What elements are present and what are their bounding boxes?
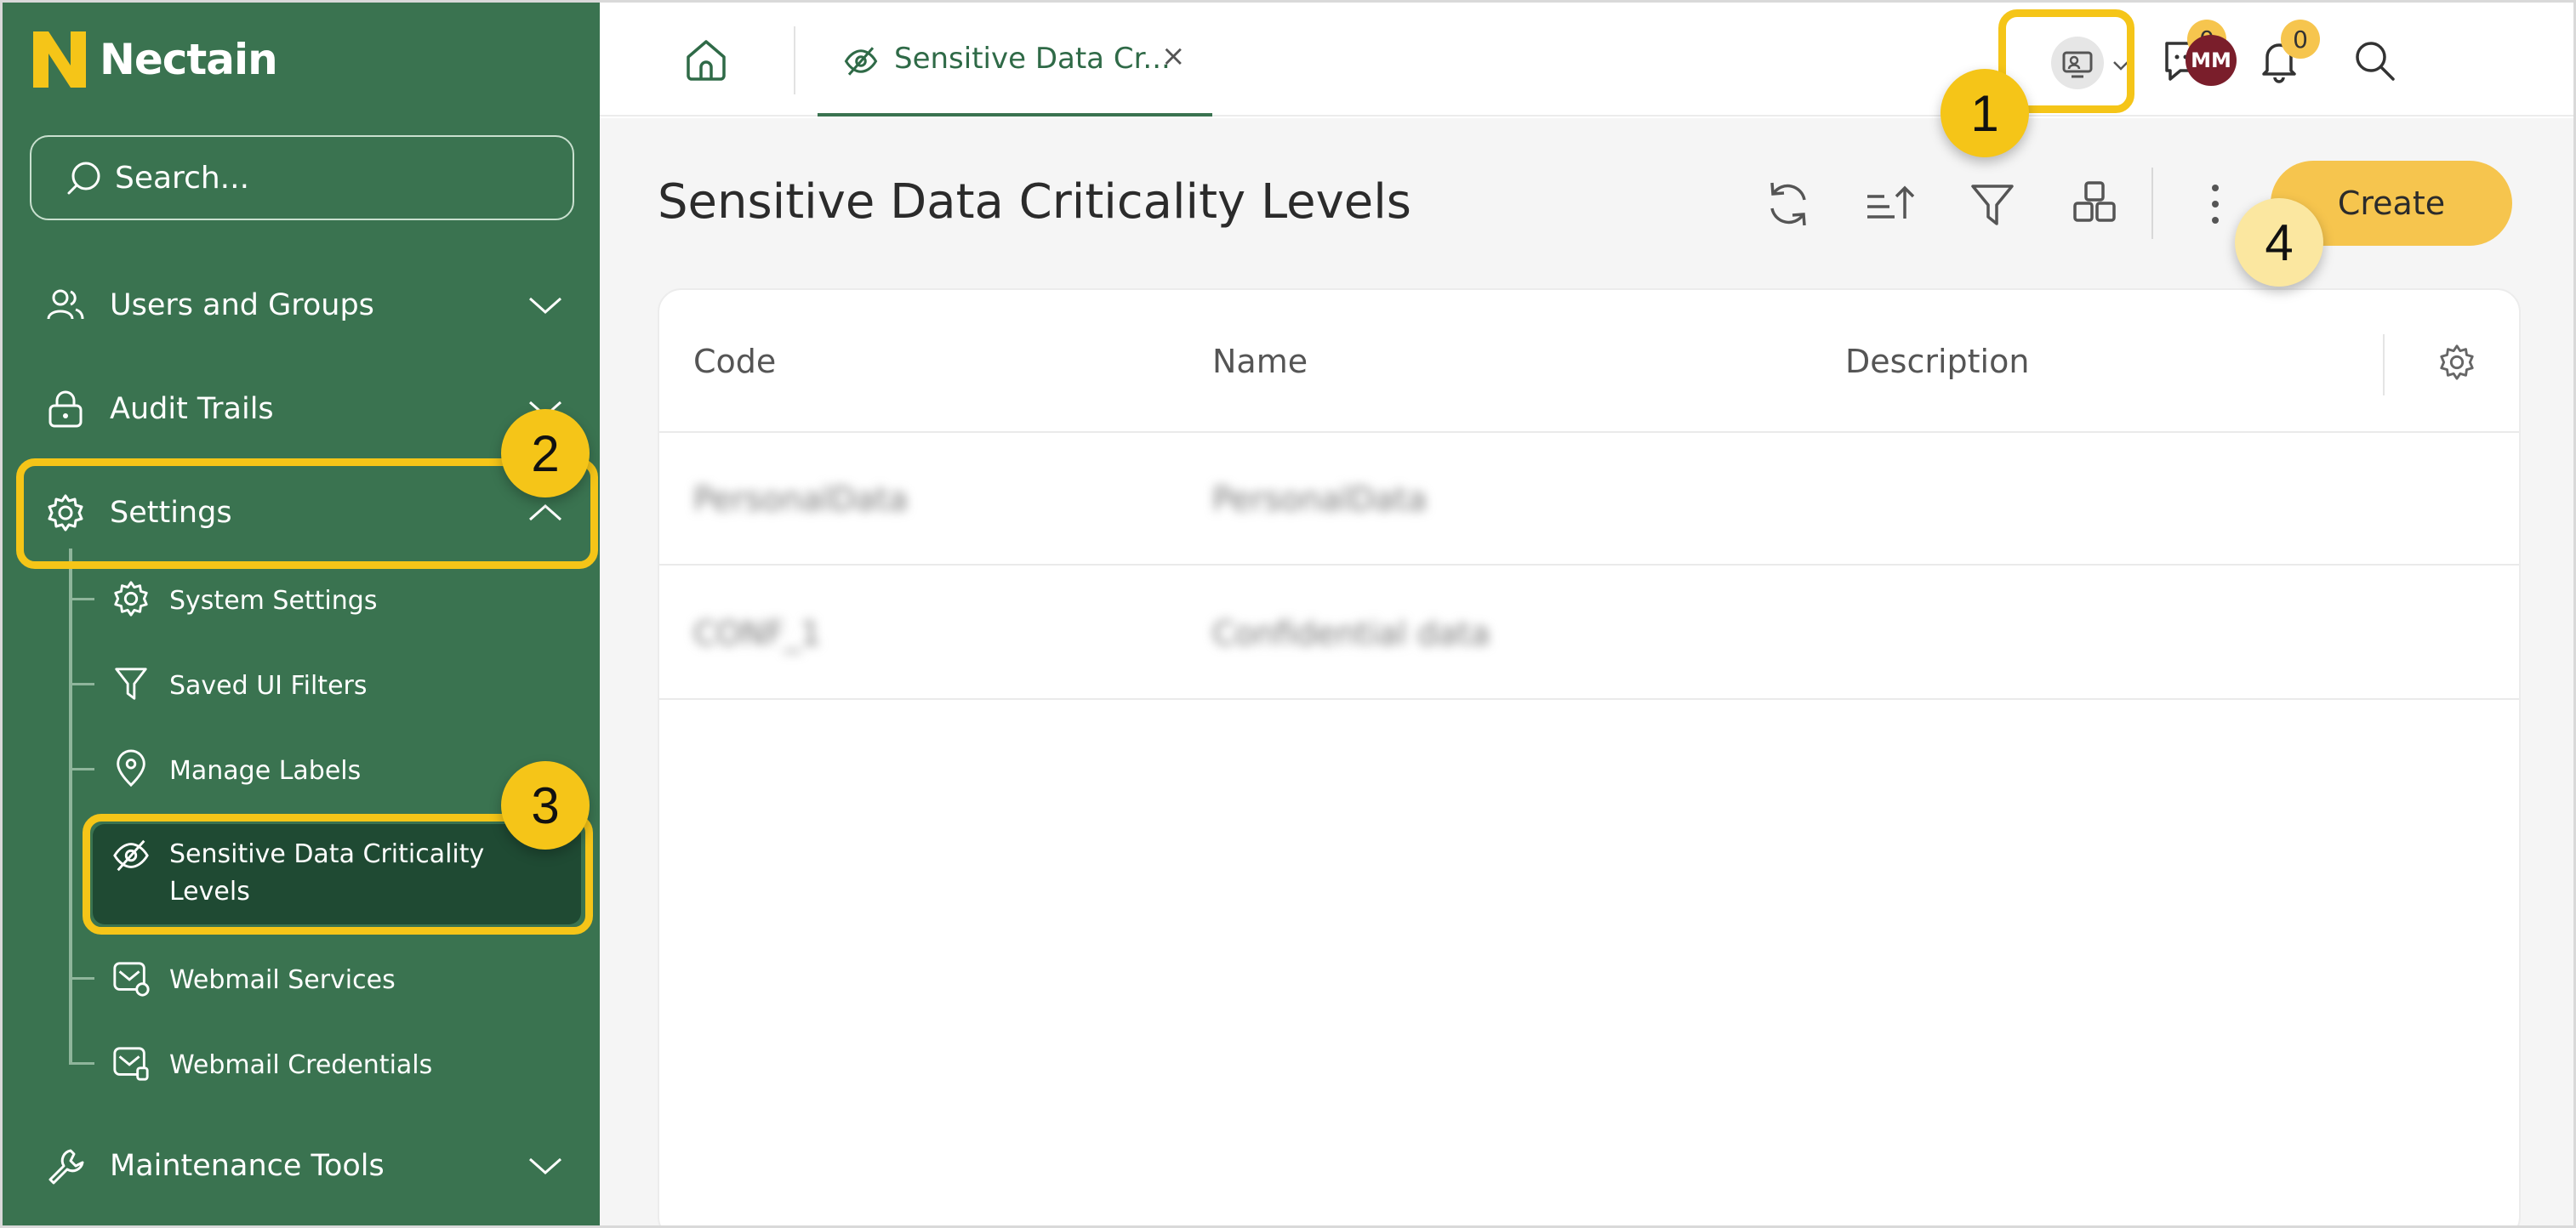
tab-sensitive-data[interactable]: Sensitive Data Cr... × xyxy=(818,3,1212,117)
tab-label: Sensitive Data Cr... xyxy=(894,42,1171,76)
sidebar-item-webmail-services[interactable]: Webmail Services xyxy=(69,938,596,1020)
sidebar-item-webmail-credentials[interactable]: Webmail Credentials xyxy=(69,1023,596,1105)
filter-icon xyxy=(115,668,147,700)
filter-icon[interactable] xyxy=(1966,178,2019,230)
search-input[interactable] xyxy=(115,160,540,196)
refresh-icon[interactable] xyxy=(1762,178,1815,230)
sidebar-item-label: Maintenance Tools xyxy=(110,1149,385,1183)
app-window: Nectain Users and Groups xyxy=(0,0,2576,1228)
sidebar-item-label: Audit Trails xyxy=(110,392,274,426)
home-icon[interactable] xyxy=(683,37,729,82)
tab-close-icon[interactable]: × xyxy=(1161,42,1187,71)
brand-name: Nectain xyxy=(100,35,278,84)
search-icon xyxy=(67,162,100,195)
users-icon xyxy=(47,289,84,320)
sidebar-item-label: Webmail Services xyxy=(169,965,396,995)
table-header: Code Name Description xyxy=(659,290,2519,433)
brand-logo[interactable]: Nectain xyxy=(33,31,278,88)
label-pin-icon xyxy=(117,749,145,787)
sidebar-item-system-settings[interactable]: System Settings xyxy=(69,559,596,640)
tree-branch xyxy=(69,977,94,980)
column-header-code[interactable]: Code xyxy=(693,343,776,380)
grid-view-icon[interactable] xyxy=(2068,178,2121,230)
chevron-down-icon[interactable] xyxy=(525,1146,566,1186)
sidebar-item-label: Saved UI Filters xyxy=(169,671,368,701)
column-divider xyxy=(2383,334,2385,395)
more-vertical-icon[interactable] xyxy=(2189,178,2242,230)
sidebar-item-label: Webmail Credentials xyxy=(169,1050,433,1080)
cell-code: CONF_1 xyxy=(693,615,821,652)
sidebar-item-label: System Settings xyxy=(169,586,378,616)
sidebar: Nectain Users and Groups xyxy=(3,3,600,1225)
sidebar-item-maintenance-tools[interactable]: Maintenance Tools xyxy=(3,1123,600,1208)
cell-code: PersonalData xyxy=(693,480,909,518)
lock-icon xyxy=(48,390,83,428)
mail-key-icon xyxy=(113,1047,149,1081)
tree-branch xyxy=(69,683,94,685)
user-avatar[interactable]: MM xyxy=(2186,35,2237,86)
search-icon[interactable] xyxy=(2351,37,2398,84)
eye-off-icon xyxy=(844,47,878,76)
toolbar-divider xyxy=(2151,168,2153,239)
sidebar-item-users-and-groups[interactable]: Users and Groups xyxy=(3,263,600,348)
tab-divider xyxy=(794,26,795,94)
tree-branch xyxy=(69,768,94,770)
top-bar: Sensitive Data Cr... × 0 0 xyxy=(600,3,2573,117)
page-title: Sensitive Data Criticality Levels xyxy=(658,174,1411,230)
nectain-logo-icon xyxy=(33,31,86,88)
annotation-marker-1: 1 xyxy=(1941,69,2029,157)
column-header-name[interactable]: Name xyxy=(1212,343,1308,380)
column-header-description[interactable]: Description xyxy=(1845,343,2029,380)
chevron-down-icon[interactable] xyxy=(525,285,566,326)
sidebar-item-saved-ui-filters[interactable]: Saved UI Filters xyxy=(69,644,596,725)
cell-name: Confidential data xyxy=(1212,615,1490,652)
mail-settings-icon xyxy=(113,962,150,997)
table-row[interactable]: PersonalData PersonalData xyxy=(659,433,2519,566)
gear-icon xyxy=(114,581,148,617)
cell-name: PersonalData xyxy=(1212,480,1428,518)
tree-branch xyxy=(69,1062,94,1065)
annotation-marker-4: 4 xyxy=(2235,198,2323,287)
annotation-marker-3: 3 xyxy=(501,761,590,850)
annotation-marker-2: 2 xyxy=(501,409,590,497)
tree-branch xyxy=(69,598,94,600)
wrench-icon xyxy=(48,1149,84,1185)
table-row[interactable]: CONF_1 Confidential data xyxy=(659,567,2519,700)
sidebar-item-label: Manage Labels xyxy=(169,756,362,786)
sidebar-item-label: Users and Groups xyxy=(110,288,374,322)
search-box[interactable] xyxy=(30,135,574,220)
gear-icon[interactable] xyxy=(2437,343,2476,382)
notification-count-badge: 0 xyxy=(2281,20,2320,59)
data-table: Code Name Description PersonalData Perso… xyxy=(658,288,2521,1225)
sort-icon[interactable] xyxy=(1864,178,1917,230)
